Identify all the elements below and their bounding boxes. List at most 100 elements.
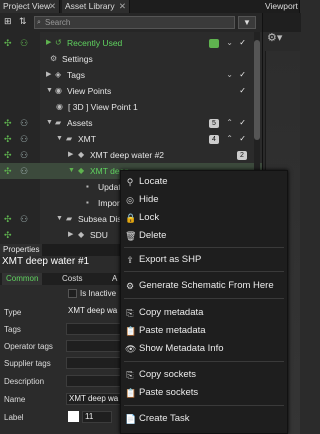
menu-divider xyxy=(124,247,284,248)
visibility-icon[interactable]: ✣ xyxy=(4,131,12,147)
check-icon[interactable]: ✓ xyxy=(239,115,246,131)
menu-item-show-metadata-info[interactable]: 👁 Show Metadata Info xyxy=(121,341,289,357)
update-icon: ▪ xyxy=(86,182,89,191)
count-badge: 4 xyxy=(209,135,219,144)
schematic-icon: ⚙ xyxy=(125,281,135,291)
person-icon[interactable]: ⚇ xyxy=(20,163,28,179)
person-icon[interactable]: ⚇ xyxy=(20,131,28,147)
check-icon[interactable]: ✓ xyxy=(239,67,246,83)
menu-item-label: Generate Schematic From Here xyxy=(139,280,274,291)
tree-label: XMT xyxy=(78,134,96,144)
collapse-arrow-icon[interactable]: ▼ xyxy=(46,83,53,99)
chevron-up-icon[interactable]: ⌃ xyxy=(226,131,233,147)
expand-arrow-icon[interactable]: ▶ xyxy=(68,227,73,243)
menu-item-generate-schematic[interactable]: ⚙ Generate Schematic From Here xyxy=(121,278,289,294)
tab-viewport[interactable]: Viewport xyxy=(262,0,300,13)
menu-item-hide[interactable]: ◎ Hide xyxy=(121,192,289,208)
tab-asset-library[interactable]: Asset Library ✕ xyxy=(62,0,130,13)
description-field[interactable] xyxy=(66,375,120,387)
menu-item-lock[interactable]: 🔒 Lock xyxy=(121,210,289,226)
tags-field[interactable] xyxy=(66,323,120,335)
import-icon: ▪ xyxy=(86,198,89,207)
tree-row-xmt[interactable]: ✣ ⚇ ▼ ▰ XMT 4 ⌃ ✓ xyxy=(0,131,262,147)
menu-item-create-task[interactable]: 📄 Create Task xyxy=(121,411,289,427)
tab-label: Asset Library xyxy=(65,1,115,11)
label-size-field[interactable]: 11 xyxy=(82,411,112,423)
type-value: XMT deep wa xyxy=(68,306,118,315)
tab-common[interactable]: Common xyxy=(2,273,43,285)
tree-label: Updat xyxy=(98,182,121,192)
chevron-up-icon[interactable]: ⌃ xyxy=(226,115,233,131)
tree-row-xmt-deep-water-2[interactable]: ✣ ⚇ ▶ ◆ XMT deep water #2 2 xyxy=(0,147,262,163)
collapse-arrow-icon[interactable]: ▼ xyxy=(46,115,53,131)
tree-row-settings[interactable]: ⚙ Settings xyxy=(0,51,262,67)
menu-item-label: Export as SHP xyxy=(139,254,202,265)
visibility-icon[interactable]: ✣ xyxy=(4,147,12,163)
close-icon[interactable]: ✕ xyxy=(49,0,56,13)
history-icon: ↺ xyxy=(55,38,62,47)
person-icon[interactable]: ⚇ xyxy=(20,147,28,163)
tab-properties[interactable]: Properties xyxy=(0,244,43,256)
tab-project-view[interactable]: Project View ✕ xyxy=(0,0,60,13)
tree-row-tags[interactable]: ▶ ◈ Tags ⌄ ✓ xyxy=(0,67,262,83)
menu-item-paste-metadata[interactable]: 📋 Paste metadata xyxy=(121,323,289,339)
expand-arrow-icon[interactable]: ▶ xyxy=(68,147,73,163)
menu-item-label: Hide xyxy=(139,194,159,205)
menu-item-copy-metadata[interactable]: ⎘ Copy metadata xyxy=(121,305,289,321)
name-field[interactable]: XMT deep wa xyxy=(66,393,120,405)
visibility-icon[interactable]: ✣ xyxy=(4,227,12,243)
filter-button[interactable]: ▼ xyxy=(238,16,256,29)
tree-row-view-points[interactable]: ▼ ◉ View Points ✓ xyxy=(0,83,262,99)
gear-icon[interactable]: ⚙▾ xyxy=(267,31,282,44)
menu-item-delete[interactable]: 🗑 Delete xyxy=(121,228,289,244)
check-icon[interactable]: ✓ xyxy=(239,83,246,99)
scrollbar-thumb[interactable] xyxy=(254,40,260,140)
tree-row-recently-used[interactable]: ✣ ⚇ ▶ ↺ Recently Used ⌄ ✓ xyxy=(0,35,262,51)
tree-row-assets[interactable]: ✣ ⚇ ▼ ▰ Assets 5 ⌃ ✓ xyxy=(0,115,262,131)
expand-arrow-icon[interactable]: ▶ xyxy=(46,35,51,51)
tree-label: Import xyxy=(98,198,123,208)
properties-tabs: Common Costs A xyxy=(0,273,120,285)
label-color-swatch[interactable] xyxy=(68,411,79,422)
tree-label: Tags xyxy=(67,70,85,80)
paste-sockets-icon: 📋 xyxy=(125,388,137,398)
chevron-down-icon[interactable]: ⌄ xyxy=(226,35,233,51)
menu-item-paste-sockets[interactable]: 📋 Paste sockets xyxy=(121,385,289,401)
operator-tags-field[interactable] xyxy=(66,340,120,352)
tree-toolbar: ⊞ ⇅ ⌕ Search ▼ xyxy=(0,13,262,32)
search-input[interactable]: ⌕ Search xyxy=(34,16,235,29)
person-icon[interactable]: ⚇ xyxy=(20,35,28,51)
filter-icon: ▼ xyxy=(243,18,251,27)
menu-item-export-shp[interactable]: ⇪ Export as SHP xyxy=(121,252,289,268)
tree-label: Recently Used xyxy=(67,38,123,48)
menu-divider xyxy=(124,271,284,272)
menu-divider xyxy=(124,405,284,406)
viewport-toolbar xyxy=(263,13,301,32)
supplier-tags-field[interactable] xyxy=(66,357,120,369)
collapse-arrow-icon[interactable]: ▼ xyxy=(56,131,63,147)
check-icon[interactable]: ✓ xyxy=(239,131,246,147)
tree-label: SDU xyxy=(90,230,108,240)
collapse-icon[interactable]: ⇅ xyxy=(19,16,27,27)
inactive-checkbox[interactable] xyxy=(68,289,77,298)
menu-item-copy-sockets[interactable]: ⎘ Copy sockets xyxy=(121,367,289,383)
chevron-down-icon[interactable]: ⌄ xyxy=(226,67,233,83)
expand-arrow-icon[interactable]: ▶ xyxy=(46,67,51,83)
visibility-icon[interactable]: ✣ xyxy=(4,115,12,131)
tab-costs[interactable]: Costs xyxy=(58,273,86,285)
eye-slash-icon: ◎ xyxy=(126,195,134,205)
person-icon[interactable]: ⚇ xyxy=(20,211,28,227)
collapse-arrow-icon[interactable]: ▼ xyxy=(56,211,63,227)
person-icon[interactable]: ⚇ xyxy=(20,115,28,131)
menu-item-locate[interactable]: ⚲ Locate xyxy=(121,174,289,190)
check-icon[interactable]: ✓ xyxy=(239,35,246,51)
visibility-icon[interactable]: ✣ xyxy=(4,163,12,179)
menu-item-label: Copy sockets xyxy=(139,369,197,380)
tab-a[interactable]: A xyxy=(108,273,120,285)
hierarchy-icon[interactable]: ⊞ xyxy=(4,16,12,27)
collapse-arrow-icon[interactable]: ▼ xyxy=(68,163,75,179)
tree-row-view-point-1[interactable]: ◉ [ 3D ] View Point 1 xyxy=(0,99,262,115)
close-icon[interactable]: ✕ xyxy=(119,0,126,13)
visibility-icon[interactable]: ✣ xyxy=(4,35,12,51)
visibility-icon[interactable]: ✣ xyxy=(4,211,12,227)
